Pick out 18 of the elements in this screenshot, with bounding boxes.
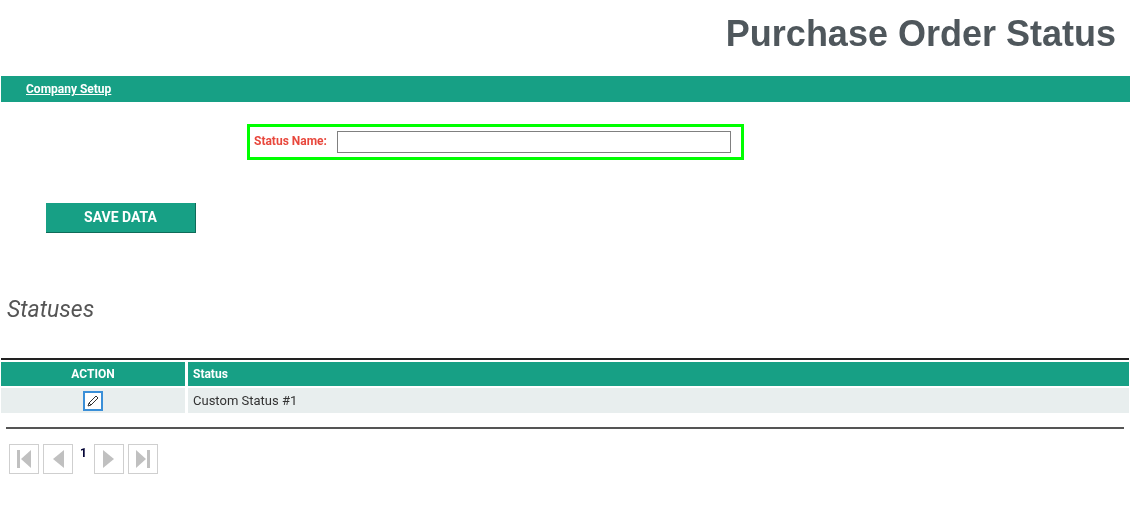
pager-button[interactable] <box>43 444 73 474</box>
edit-button[interactable] <box>83 390 103 411</box>
pencil-icon <box>86 393 100 408</box>
pager-button[interactable] <box>127 444 158 474</box>
last-page-icon <box>134 449 151 469</box>
nav-link[interactable]: Company Setup <box>26 80 112 98</box>
page-title: Purchase Order Status <box>725 12 1116 56</box>
status-name-field[interactable] <box>336 131 731 153</box>
current-page: 1 <box>79 445 88 462</box>
pager-button[interactable] <box>9 444 39 474</box>
first-page-icon <box>16 449 32 469</box>
field-label: Status Name: <box>254 132 327 150</box>
table-cell: Custom Status #1 <box>188 388 1129 413</box>
section-title: Statuses <box>7 295 96 325</box>
column-header: Status <box>188 362 1129 386</box>
column-header: ACTION <box>1 362 185 386</box>
save-button[interactable]: SAVE DATA <box>46 203 196 233</box>
pager-button[interactable] <box>93 444 124 474</box>
